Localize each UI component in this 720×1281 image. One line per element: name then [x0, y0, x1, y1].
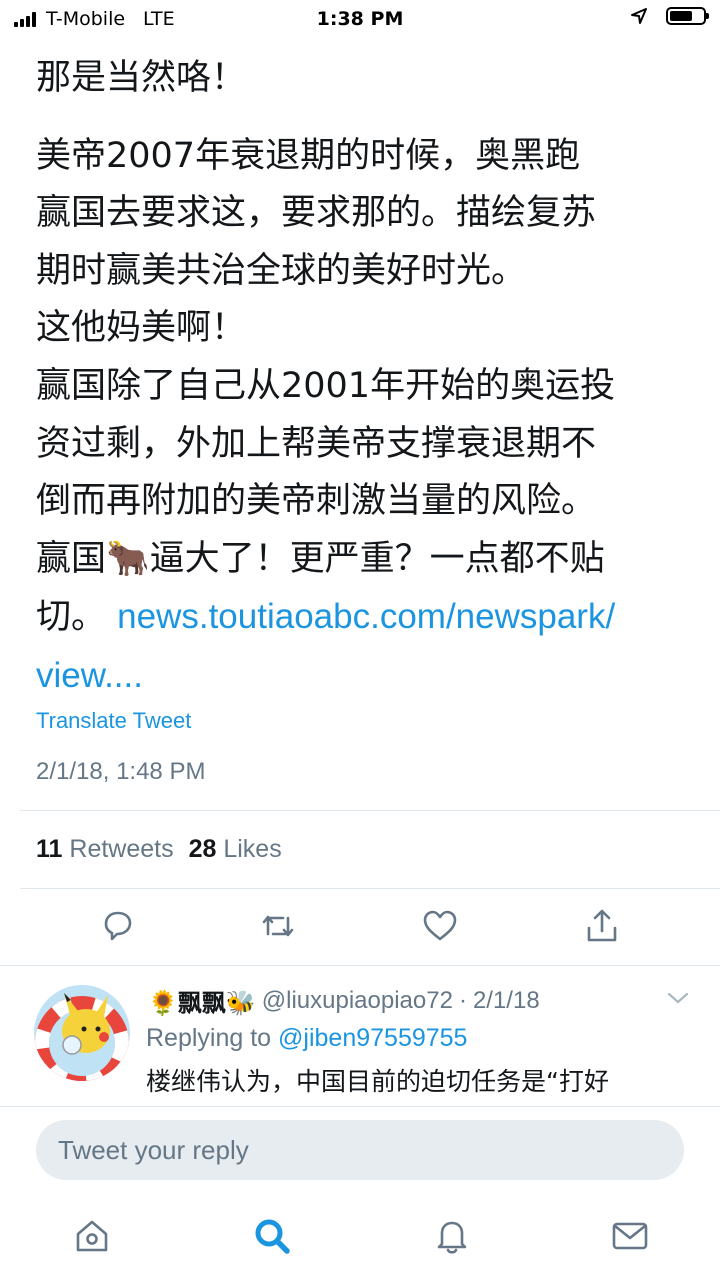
tweet-line: 那是当然咯！ [36, 58, 247, 98]
likes-stat[interactable]: 28 Likes [189, 835, 282, 863]
home-icon[interactable] [70, 1214, 114, 1258]
tweet-actions [0, 906, 720, 950]
tweet-timestamp: 2/1/18, 1:48 PM [36, 758, 206, 785]
replying-to-handle[interactable]: @jiben97559755 [278, 1024, 467, 1052]
translate-tweet-link[interactable]: Translate Tweet [36, 708, 191, 734]
tweet-line: 美帝2007年衰退期的时候，奥黑跑 赢国去要求这，要求那的。描绘复苏 期时赢美共… [36, 128, 696, 706]
reply-display-name[interactable]: 🌻飘飘🐝 [148, 983, 256, 1018]
retweet-icon[interactable] [258, 906, 298, 946]
notifications-icon[interactable] [430, 1214, 474, 1258]
avatar-image [34, 985, 130, 1081]
status-bar: T-Mobile LTE 1:38 PM [0, 0, 720, 38]
tweet-link[interactable]: news.toutiaoabc.com/newspark/ view.... [36, 597, 615, 695]
status-time: 1:38 PM [316, 8, 404, 30]
reply-handle[interactable]: @liuxupiaopiao72 [262, 987, 453, 1015]
replying-to: Replying to @jiben97559755 [146, 1024, 467, 1053]
section-separator [0, 965, 720, 966]
status-right [630, 7, 709, 25]
reply-icon[interactable] [98, 906, 138, 946]
retweets-label: Retweets [69, 835, 174, 863]
likes-label: Likes [223, 835, 282, 863]
replying-to-label: Replying to [146, 1024, 272, 1052]
like-icon[interactable] [420, 906, 460, 946]
divider [20, 888, 720, 889]
tweet-body: 那是当然咯！ 美帝2007年衰退期的时候，奥黑跑 赢国去要求这，要求那的。描绘复… [36, 50, 696, 706]
compose-placeholder: Tweet your reply [58, 1135, 249, 1165]
location-arrow-icon [631, 8, 647, 24]
chevron-down-icon[interactable] [666, 990, 690, 1006]
tweet-stats: 11 Retweets 28 Likes [36, 835, 282, 864]
retweets-count: 11 [36, 835, 63, 863]
search-icon[interactable] [250, 1214, 294, 1258]
likes-count: 28 [188, 835, 217, 863]
battery-icon [666, 7, 709, 25]
reply-date: 2/1/18 [472, 986, 540, 1014]
reply-compose-box[interactable]: Tweet your reply [36, 1120, 684, 1180]
messages-icon[interactable] [608, 1214, 652, 1258]
divider [20, 810, 720, 811]
avatar[interactable] [34, 985, 130, 1081]
share-icon[interactable] [582, 906, 622, 946]
reply-header: 🌻飘飘🐝 @liuxupiaopiao72 · 2/1/18 [148, 983, 540, 1018]
separator-dot: · [458, 986, 467, 1014]
tweet-paragraph: 美帝2007年衰退期的时候，奥黑跑 赢国去要求这，要求那的。描绘复苏 期时赢美共… [36, 135, 616, 638]
retweets-stat[interactable]: 11 Retweets [36, 835, 174, 863]
reply-text: 楼继伟认为，中国目前的迫切任务是“打好 [146, 1067, 609, 1096]
